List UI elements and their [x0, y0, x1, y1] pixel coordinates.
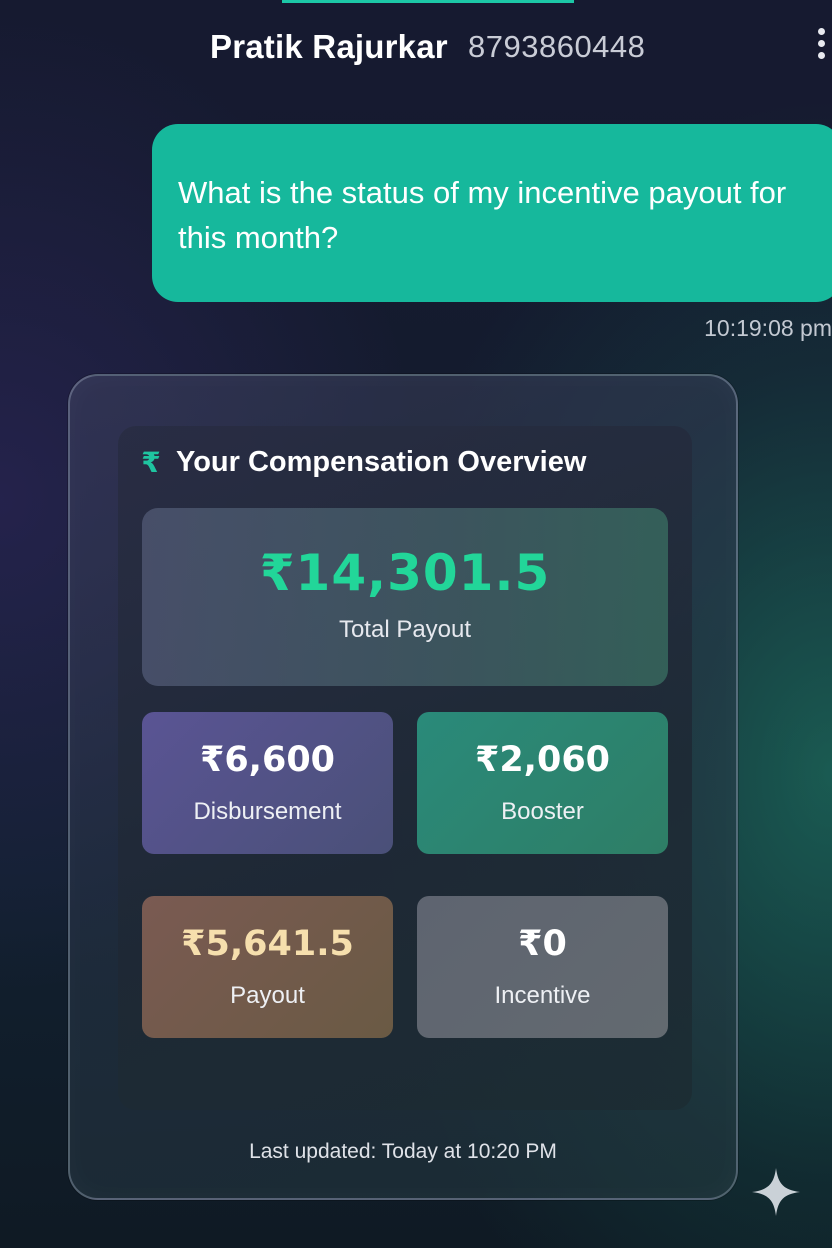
- message-timestamp: 10:19:08 pm: [704, 315, 832, 341]
- user-message-text: What is the status of my incentive payou…: [178, 175, 787, 255]
- compensation-card-body: ₹ Your Compensation Overview ₹14,301.5 T…: [118, 426, 692, 1110]
- booster-label: Booster: [501, 798, 584, 825]
- payout-label: Payout: [230, 982, 305, 1009]
- rupee-icon: ₹: [141, 445, 161, 479]
- contact-name[interactable]: Pratik Rajurkar: [210, 28, 448, 66]
- total-payout-value: ₹14,301.5: [259, 544, 551, 602]
- more-vertical-icon[interactable]: [818, 28, 828, 68]
- disbursement-label: Disbursement: [193, 798, 342, 825]
- payout-value: ₹5,641.5: [181, 924, 354, 964]
- top-accent-bar: [282, 0, 574, 3]
- disbursement-value: ₹6,600: [199, 740, 336, 780]
- payout-tile[interactable]: ₹5,641.5 Payout: [142, 896, 393, 1038]
- booster-tile[interactable]: ₹2,060 Booster: [417, 712, 668, 854]
- booster-value: ₹2,060: [474, 740, 611, 780]
- incentive-tile[interactable]: ₹0 Incentive: [417, 896, 668, 1038]
- incentive-value: ₹0: [518, 924, 567, 964]
- total-payout-tile[interactable]: ₹14,301.5 Total Payout: [142, 508, 668, 686]
- disbursement-tile[interactable]: ₹6,600 Disbursement: [142, 712, 393, 854]
- last-updated-text: Last updated: Today at 10:20 PM: [249, 1140, 557, 1163]
- incentive-label: Incentive: [494, 982, 591, 1009]
- contact-phone: 8793860448: [468, 29, 646, 64]
- card-title: Your Compensation Overview: [176, 445, 587, 478]
- compensation-card: ₹ Your Compensation Overview ₹14,301.5 T…: [68, 374, 738, 1200]
- total-payout-label: Total Payout: [338, 616, 472, 643]
- chat-header: Pratik Rajurkar 8793860448: [0, 22, 832, 74]
- user-message-bubble[interactable]: What is the status of my incentive payou…: [152, 124, 832, 302]
- card-header: ₹ Your Compensation Overview: [138, 442, 586, 482]
- sparkle-icon: [750, 1166, 802, 1218]
